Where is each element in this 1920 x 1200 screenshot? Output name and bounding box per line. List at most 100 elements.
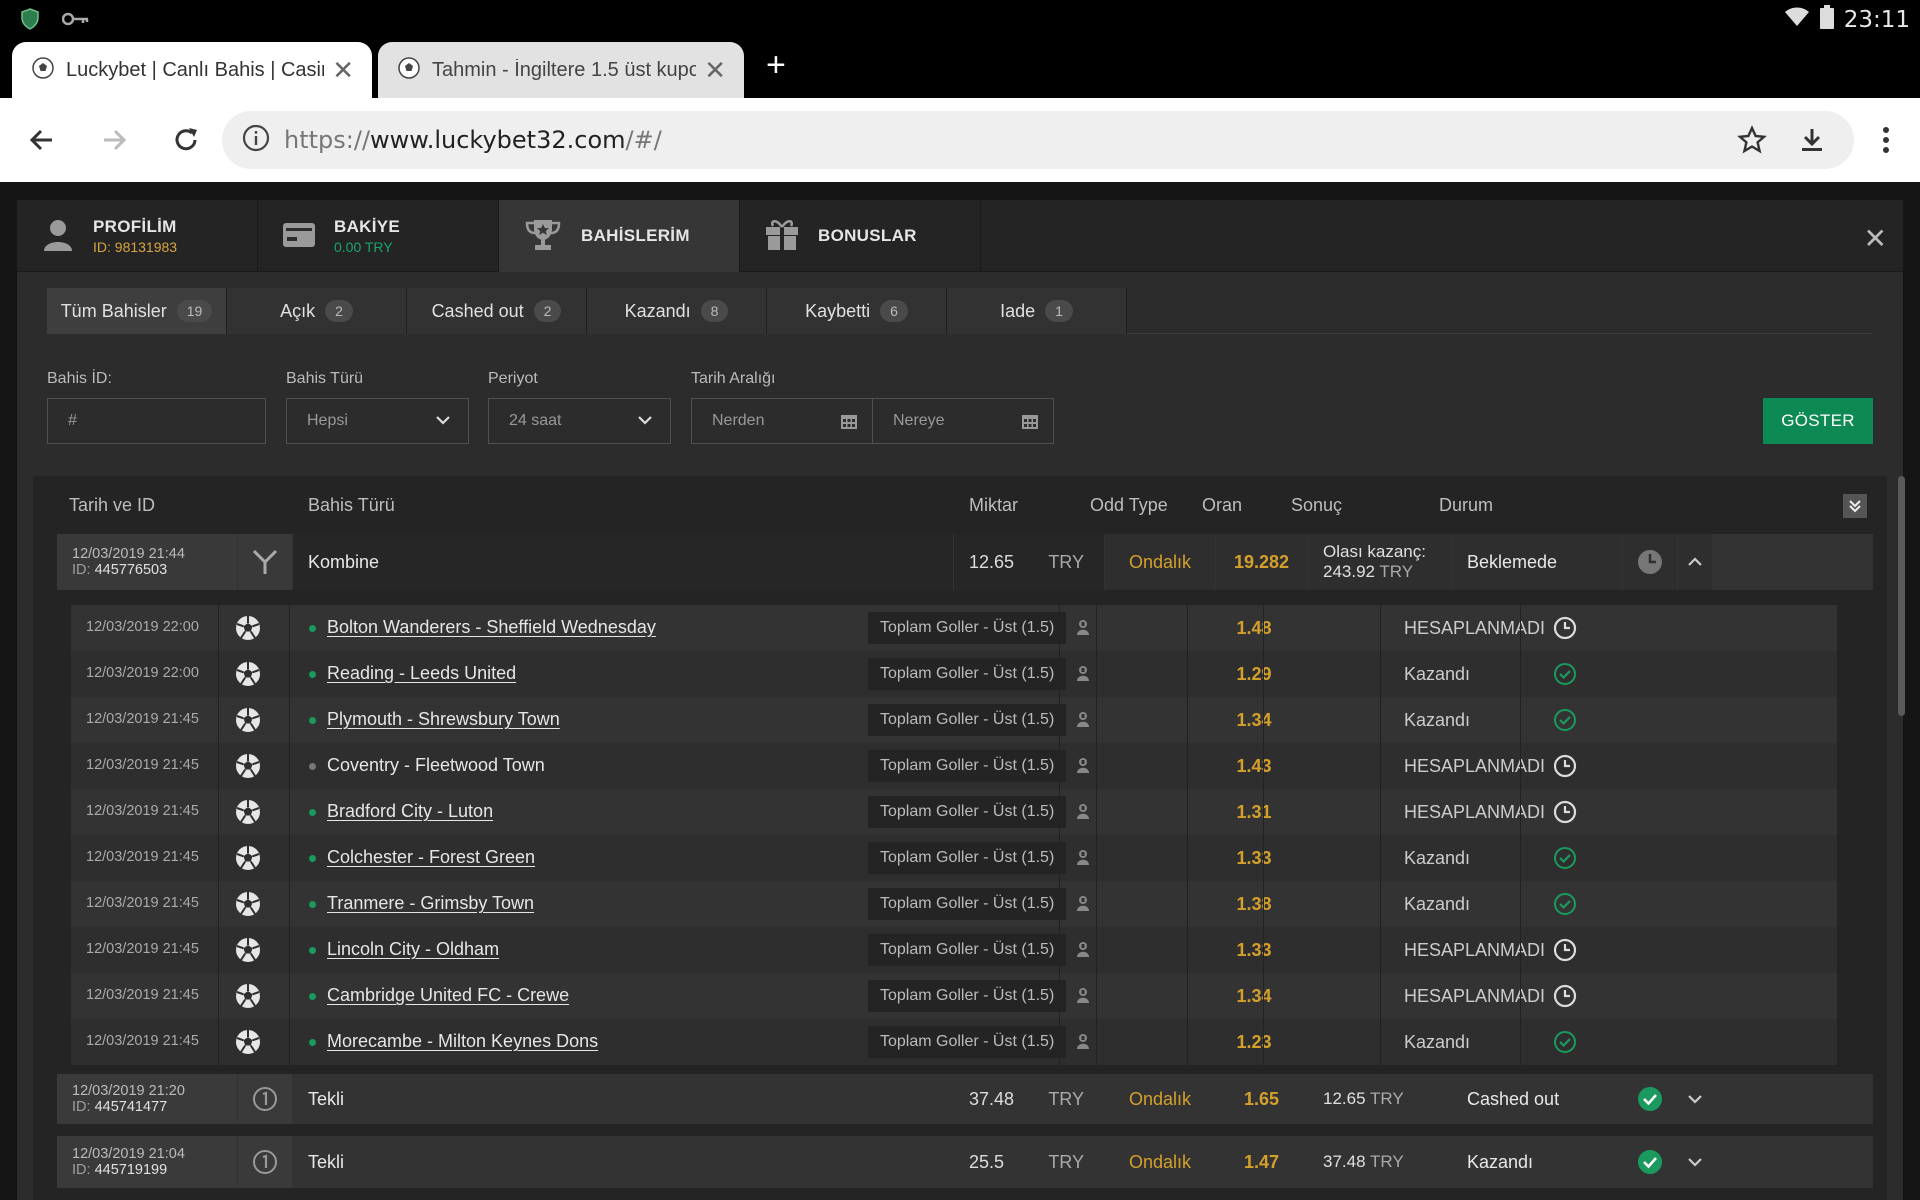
filter-tab-lost[interactable]: Kaybetti 6 bbox=[767, 288, 947, 334]
close-panel-icon[interactable]: ✕ bbox=[1864, 222, 1887, 255]
column-divider bbox=[1263, 835, 1264, 881]
chevron-up-icon[interactable] bbox=[1678, 534, 1712, 590]
tab-balance[interactable]: BAKİYE 0.00 TRY bbox=[258, 200, 499, 272]
table-row-bet[interactable]: 12/03/2019 21:04 ID: 445719199 Tekli 25.… bbox=[57, 1136, 1873, 1188]
soccer-ball-icon bbox=[398, 56, 420, 84]
new-tab-plus-icon[interactable]: + bbox=[766, 46, 786, 85]
address-bar[interactable]: https://www.luckybet32.com/#/ bbox=[222, 111, 1854, 169]
period-select[interactable]: 24 saat bbox=[488, 398, 671, 444]
scrollbar-thumb[interactable] bbox=[1898, 476, 1905, 716]
person-icon bbox=[1076, 619, 1090, 640]
date-to-input[interactable]: Nereye bbox=[872, 398, 1054, 444]
match-link[interactable]: Tranmere - Grimsby Town bbox=[327, 893, 534, 914]
filter-tab-open[interactable]: Açık 2 bbox=[227, 288, 407, 334]
bet-odds: 1.65 bbox=[1216, 1074, 1307, 1124]
match-link[interactable]: Bradford City - Luton bbox=[327, 801, 493, 822]
match-link[interactable]: Reading - Leeds United bbox=[327, 663, 516, 684]
column-divider bbox=[1187, 651, 1188, 697]
tab-bonuses[interactable]: BONUSLAR bbox=[740, 200, 981, 272]
close-tab-icon[interactable]: ✕ bbox=[704, 55, 726, 86]
expand-all-icon[interactable] bbox=[1843, 494, 1867, 518]
column-divider bbox=[1520, 651, 1521, 697]
clock-icon bbox=[1553, 984, 1577, 1013]
column-divider bbox=[1059, 927, 1060, 973]
market-badge: Toplam Goller - Üst (1.5) bbox=[868, 704, 1067, 736]
column-divider bbox=[1520, 835, 1521, 881]
date-range-label: Tarih Aralığı bbox=[691, 370, 776, 387]
filter-tab-refund[interactable]: Iade 1 bbox=[947, 288, 1127, 334]
tab-label: BAKİYE bbox=[334, 217, 401, 236]
match-link[interactable]: Lincoln City - Oldham bbox=[327, 939, 499, 960]
table-header: Tarih ve ID Bahis Türü Miktar Odd Type O… bbox=[33, 476, 1873, 534]
filter-tab-cashed-out[interactable]: Cashed out 2 bbox=[407, 288, 587, 334]
market-badge: Toplam Goller - Üst (1.5) bbox=[868, 980, 1067, 1012]
date-from-input[interactable]: Nerden bbox=[691, 398, 873, 444]
star-bookmark-icon[interactable] bbox=[1730, 118, 1774, 162]
table-row-bet[interactable]: 12/03/2019 21:44 ID: 445776503 Kombine 1… bbox=[57, 534, 1873, 590]
account-tabs: PROFİLİM ID: 98131983 BAKİYE 0.00 TRY BA… bbox=[17, 200, 1903, 272]
column-divider bbox=[1380, 697, 1381, 743]
check-circle-icon bbox=[1553, 846, 1577, 875]
chevron-down-icon[interactable] bbox=[1678, 1136, 1712, 1188]
column-divider bbox=[1380, 789, 1381, 835]
column-divider bbox=[218, 881, 219, 927]
bet-state: Cashed out bbox=[1452, 1074, 1622, 1124]
soccer-ball-icon bbox=[235, 615, 261, 646]
tab-profile[interactable]: PROFİLİM ID: 98131983 bbox=[17, 200, 258, 272]
table-row-bet[interactable]: 12/03/2019 21:20 ID: 445741477 Tekli 37.… bbox=[57, 1074, 1873, 1124]
bet-amount: 25.5 TRY bbox=[954, 1136, 1104, 1188]
browser-tab-strip: Luckybet | Canlı Bahis | Casino ✕ Tahmin… bbox=[0, 38, 1920, 98]
selection-date: 12/03/2019 21:45 bbox=[86, 803, 199, 819]
person-icon bbox=[1076, 941, 1090, 962]
column-divider bbox=[1187, 789, 1188, 835]
filter-tab-all[interactable]: Tüm Bahisler 19 bbox=[47, 288, 227, 334]
period-label: Periyot bbox=[488, 370, 538, 387]
match-link[interactable]: Bolton Wanderers - Sheffield Wednesday bbox=[327, 617, 656, 638]
column-divider bbox=[218, 605, 219, 651]
back-arrow-icon[interactable] bbox=[20, 118, 64, 162]
close-tab-icon[interactable]: ✕ bbox=[332, 55, 354, 86]
selection-row: 12/03/2019 22:00 Bolton Wanderers - Sheff… bbox=[71, 605, 1837, 651]
column-divider bbox=[1096, 789, 1097, 835]
match-link[interactable]: Morecambe - Milton Keynes Dons bbox=[327, 1031, 598, 1052]
menu-kebab-icon[interactable] bbox=[1864, 118, 1908, 162]
column-divider bbox=[1520, 1019, 1521, 1065]
market-badge: Toplam Goller - Üst (1.5) bbox=[868, 796, 1067, 828]
match-link[interactable]: Plymouth - Shrewsbury Town bbox=[327, 709, 560, 730]
show-button[interactable]: GÖSTER bbox=[1763, 398, 1873, 444]
tab-my-bets[interactable]: BAHİSLERİM bbox=[499, 200, 740, 272]
column-divider bbox=[289, 835, 290, 881]
bet-odd-type: Ondalık bbox=[1105, 1074, 1215, 1124]
match-link[interactable]: Colchester - Forest Green bbox=[327, 847, 535, 868]
filter-tab-won[interactable]: Kazandı 8 bbox=[587, 288, 767, 334]
browser-tab-tahmin[interactable]: Tahmin - İngiltere 1.5 üst kupon ✕ bbox=[378, 42, 744, 98]
check-circle-icon bbox=[1553, 662, 1577, 691]
selection-odds: 1.33 bbox=[1236, 940, 1272, 960]
status-dot bbox=[309, 1039, 316, 1046]
combo-selections: 12/03/2019 22:00 Bolton Wanderers - Sheff… bbox=[71, 605, 1837, 1065]
bet-type-select[interactable]: Hepsi bbox=[286, 398, 469, 444]
column-divider bbox=[289, 697, 290, 743]
info-icon[interactable] bbox=[242, 124, 270, 157]
download-icon[interactable] bbox=[1790, 118, 1834, 162]
bet-id-input[interactable]: # bbox=[47, 398, 266, 444]
column-divider bbox=[289, 927, 290, 973]
status-bar: 23:11 bbox=[0, 0, 1920, 38]
selection-date: 12/03/2019 21:45 bbox=[86, 711, 199, 727]
bet-type: Tekli bbox=[293, 1074, 953, 1124]
battery-icon bbox=[1819, 5, 1834, 34]
column-divider bbox=[1263, 973, 1264, 1019]
my-bets-panel: PROFİLİM ID: 98131983 BAKİYE 0.00 TRY BA… bbox=[17, 200, 1905, 1200]
column-divider bbox=[1059, 789, 1060, 835]
column-divider bbox=[1380, 605, 1381, 651]
reload-icon[interactable] bbox=[164, 118, 208, 162]
chevron-down-icon[interactable] bbox=[1678, 1074, 1712, 1124]
column-divider bbox=[1263, 651, 1264, 697]
column-divider bbox=[1187, 927, 1188, 973]
selection-odds: 1.29 bbox=[1236, 664, 1272, 684]
tab-label: PROFİLİM bbox=[93, 217, 177, 236]
browser-tab-luckybet[interactable]: Luckybet | Canlı Bahis | Casino ✕ bbox=[12, 42, 372, 98]
match-link[interactable]: Cambridge United FC - Crewe bbox=[327, 985, 569, 1006]
column-divider bbox=[289, 743, 290, 789]
forward-arrow-icon[interactable] bbox=[92, 118, 136, 162]
